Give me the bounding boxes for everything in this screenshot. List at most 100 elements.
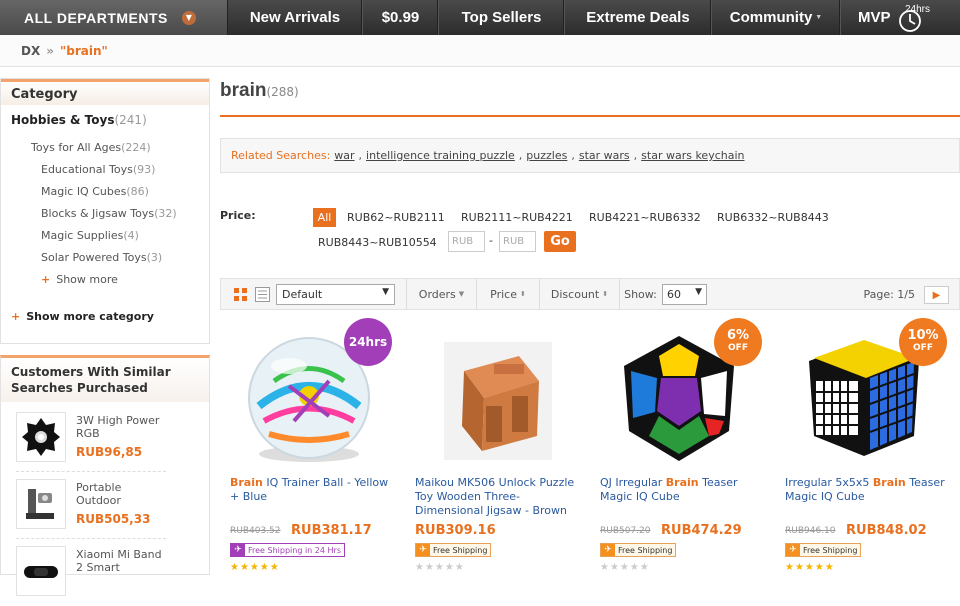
results-count: (288): [266, 85, 299, 99]
separator: ,: [518, 149, 523, 162]
price-range-4[interactable]: RUB6332~RUB8443: [717, 211, 829, 224]
category-toys-all-ages[interactable]: Toys for All Ages(224): [31, 141, 151, 154]
plus-icon: +: [11, 310, 21, 323]
breadcrumb-home[interactable]: DX: [21, 44, 40, 58]
caret-down-icon: ▼: [458, 290, 465, 298]
product-card[interactable]: 10% OFF Irregular 5x5x5 Brain Teaser Mag…: [775, 318, 952, 578]
related-searches-label: Related Searches:: [231, 149, 331, 162]
similar-product[interactable]: 3W High Power RGB RUB96,85: [16, 412, 166, 472]
old-price: RUB507.20: [600, 526, 651, 536]
shipping-label: Free Shipping: [433, 545, 488, 555]
per-page-select[interactable]: 60 ▼: [662, 284, 707, 305]
price-max-input[interactable]: RUB: [499, 231, 536, 252]
sort-discount-label: Discount: [550, 287, 600, 301]
sort-select[interactable]: Default ▼: [276, 284, 395, 305]
category-count: (224): [121, 141, 151, 154]
price-range-5[interactable]: RUB8443~RUB10554: [318, 236, 437, 249]
price-range-3[interactable]: RUB4221~RUB6332: [589, 211, 701, 224]
sort-orders[interactable]: Orders ▼: [406, 279, 476, 309]
product-name[interactable]: Maikou MK506 Unlock Puzzle Toy Wooden Th…: [415, 476, 580, 518]
price-all-button[interactable]: All: [313, 208, 336, 227]
dropdown-arrow-icon: ▼: [181, 10, 196, 25]
sort-select-value: Default: [282, 288, 323, 301]
top-nav: ALL DEPARTMENTS ▼ New Arrivals $0.99 Top…: [0, 0, 960, 35]
led-chip-image: [16, 412, 66, 462]
show-more-category-label: Show more category: [26, 310, 154, 323]
badge-percent: 10%: [907, 328, 939, 343]
nav-label: New Arrivals: [249, 9, 341, 26]
category-label: Magic Supplies: [41, 229, 124, 242]
grid-view-icon[interactable]: [233, 287, 248, 302]
name-rest: Irregular 5x5x5: [785, 476, 873, 489]
product-name[interactable]: Irregular 5x5x5 Brain Teaser Magic IQ Cu…: [785, 476, 950, 504]
show-label-text: Show:: [624, 287, 657, 301]
price-min-input[interactable]: RUB: [448, 231, 485, 252]
category-count: (86): [126, 185, 149, 198]
shipping-label: Free Shipping: [803, 545, 858, 555]
price-go-button[interactable]: Go: [544, 231, 576, 252]
breadcrumb: DX » "brain": [0, 35, 960, 67]
product-name[interactable]: Brain IQ Trainer Ball - Yellow + Blue: [230, 476, 395, 504]
category-solar-toys[interactable]: Solar Powered Toys(3): [41, 251, 162, 264]
price-range-1[interactable]: RUB62~RUB2111: [347, 211, 445, 224]
category-magic-supplies[interactable]: Magic Supplies(4): [41, 229, 139, 242]
smart-band-image: [16, 546, 66, 596]
category-count: (3): [146, 251, 163, 264]
similar-product-name: 3W High Power RGB: [76, 414, 160, 440]
24hrs-label: 24hrs: [905, 4, 931, 15]
all-departments-menu[interactable]: ALL DEPARTMENTS ▼: [0, 0, 228, 35]
caret-down-icon: ▼: [382, 287, 389, 297]
shipping-badge: ✈ Free Shipping in 24 Hrs: [230, 543, 345, 557]
results-query: brain: [220, 80, 267, 101]
separator: ,: [571, 149, 575, 162]
price: RUB848.02: [846, 523, 927, 538]
plane-icon: ✈: [416, 544, 430, 556]
category-blocks-jigsaw[interactable]: Blocks & Jigsaw Toys(32): [41, 207, 177, 220]
price: RUB474.29: [661, 523, 742, 538]
next-page-button[interactable]: ▶: [924, 286, 949, 304]
badge-text: 24hrs: [348, 334, 388, 349]
category-label: Magic IQ Cubes: [41, 185, 127, 198]
nav-extreme-deals[interactable]: Extreme Deals: [565, 0, 712, 35]
shipping-badge: ✈ Free Shipping: [785, 543, 862, 557]
nav-099[interactable]: $0.99: [363, 0, 439, 35]
show-more-category-link[interactable]: + Show more category: [11, 310, 154, 323]
list-view-icon[interactable]: [255, 287, 270, 302]
related-term-intelligence[interactable]: intelligence training puzzle: [366, 149, 515, 162]
sort-price-label: Price: [490, 287, 517, 301]
badge-percent: 6%: [726, 328, 750, 343]
nav-new-arrivals[interactable]: New Arrivals: [228, 0, 363, 35]
product-card[interactable]: 24hrs Brain IQ Trainer Ball - Yellow + B…: [220, 318, 397, 578]
product-name[interactable]: QJ Irregular Brain Teaser Magic IQ Cube: [600, 476, 765, 504]
per-page-value: 60: [667, 288, 681, 301]
related-term-puzzles[interactable]: puzzles: [526, 149, 567, 162]
category-magic-iq-cubes[interactable]: Magic IQ Cubes(86): [41, 185, 149, 198]
show-more-link[interactable]: + Show more: [41, 273, 118, 286]
category-hobbies-toys[interactable]: Hobbies & Toys(241): [11, 113, 147, 127]
nav-label: $0.99: [381, 9, 420, 26]
nav-mvp[interactable]: MVP 24hrs: [841, 0, 960, 35]
category-label: Solar Powered Toys: [41, 251, 147, 264]
related-term-star-wars-keychain[interactable]: star wars keychain: [641, 149, 744, 162]
similar-product[interactable]: Xiaomi Mi Band 2 Smart: [16, 546, 166, 606]
name-rest: QJ Irregular: [600, 476, 666, 489]
similar-product[interactable]: Portable Outdoor RUB505,33: [16, 479, 166, 539]
price-dash: -: [489, 234, 493, 247]
sort-updown-icon: ⬍: [602, 290, 609, 298]
product-card[interactable]: 6% OFF QJ Irregular Brain Teaser Magic I…: [590, 318, 767, 578]
category-label: Hobbies & Toys: [11, 113, 115, 127]
category-educational-toys[interactable]: Educational Toys(93): [41, 163, 155, 176]
price: RUB381.17: [291, 523, 372, 538]
price-range-2[interactable]: RUB2111~RUB4221: [461, 211, 573, 224]
related-term-war[interactable]: war: [334, 149, 354, 162]
nav-top-sellers[interactable]: Top Sellers: [439, 0, 565, 35]
price-filter: Price: All RUB62~RUB2111 RUB2111~RUB4221…: [220, 205, 960, 260]
product-card[interactable]: Maikou MK506 Unlock Puzzle Toy Wooden Th…: [405, 318, 582, 578]
sort-price[interactable]: Price ⬍: [476, 279, 539, 309]
discount-badge: 6% OFF: [714, 318, 762, 366]
name-highlight: Brain: [230, 476, 263, 489]
nav-community[interactable]: Community ▼: [712, 0, 841, 35]
related-term-star-wars[interactable]: star wars: [579, 149, 630, 162]
breadcrumb-query: "brain": [59, 43, 108, 58]
sort-discount[interactable]: Discount ⬍: [539, 279, 619, 309]
